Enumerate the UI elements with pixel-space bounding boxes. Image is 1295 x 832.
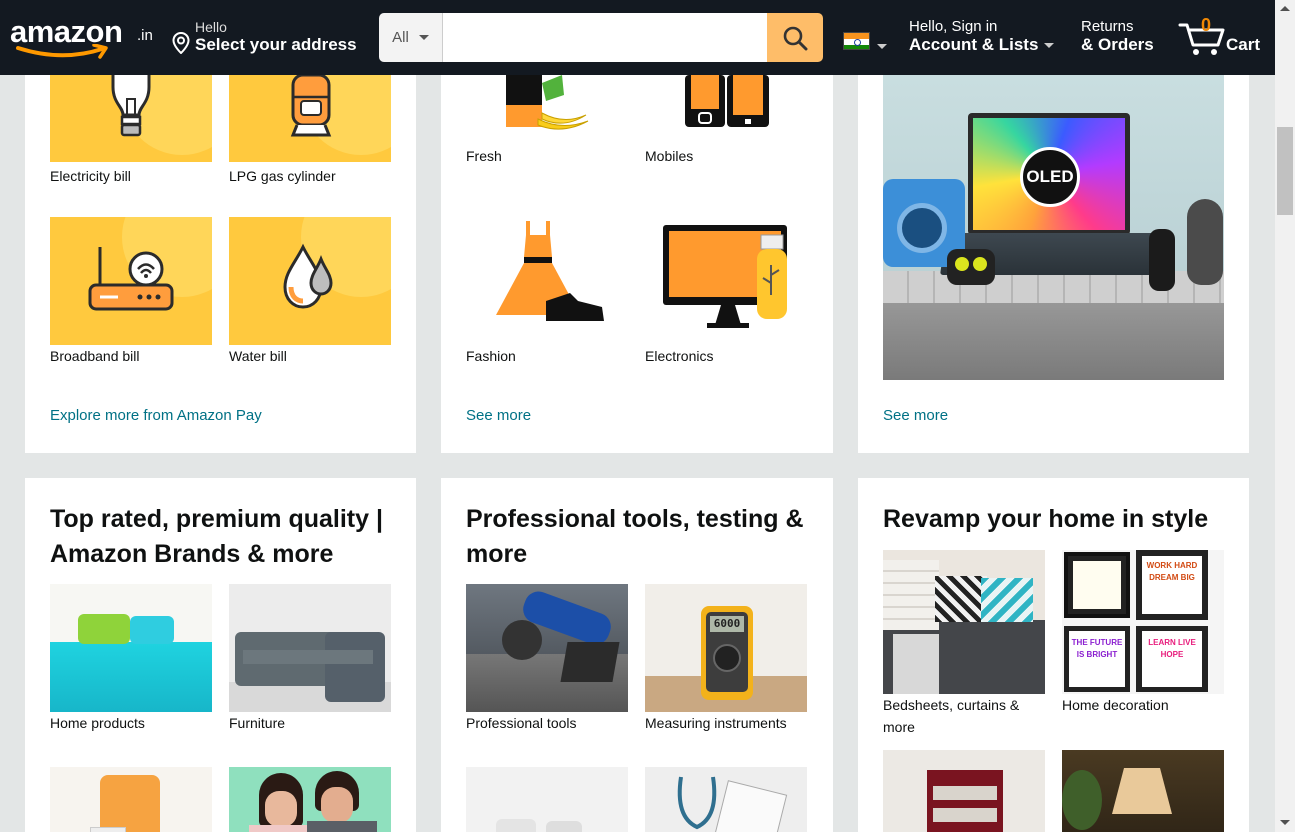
tile-water-bill[interactable]: Water bill	[229, 217, 394, 367]
cart-label: Cart	[1226, 35, 1261, 54]
tile-mobiles[interactable]: Mobiles	[645, 75, 810, 167]
account-lists-menu[interactable]: Hello, Sign in Account & Lists	[909, 18, 1055, 55]
tile-furniture[interactable]: Furniture	[229, 584, 394, 734]
account-hello: Hello, Sign in	[909, 18, 998, 35]
search-input[interactable]	[443, 13, 767, 62]
water-drop-icon	[283, 243, 333, 309]
tile-fashion[interactable]: Fashion	[466, 217, 631, 367]
logo-tld: .in	[137, 27, 153, 44]
tile-caption: Bedsheets, curtains & more	[883, 697, 1020, 735]
tile-caption: Mobiles	[645, 148, 694, 164]
tile-caption: Electronics	[645, 348, 714, 364]
tile-shoe-rack[interactable]	[883, 750, 1045, 832]
amazon-logo[interactable]: amazon .in	[10, 14, 160, 62]
category-card: Fresh Mobiles Fashion Electronics See mo…	[441, 75, 833, 453]
nav-bar: amazon .in Hello Select your address All	[0, 0, 1275, 75]
tile-lab-supplies[interactable]	[466, 767, 628, 832]
tile-caption: Water bill	[229, 348, 287, 364]
search-category-dropdown[interactable]: All	[379, 13, 443, 62]
home-decor-card: Revamp your home in style Bedsheets, cur…	[858, 478, 1249, 832]
search-bar: All	[379, 13, 823, 62]
returns-orders-link[interactable]: Returns & Orders	[1081, 18, 1154, 55]
tile-lamp[interactable]	[1062, 750, 1224, 832]
tile-caption: Home products	[50, 715, 145, 731]
returns-label: Returns	[1081, 18, 1134, 35]
professional-tools-card: Professional tools, testing & more Profe…	[441, 478, 833, 832]
smile-arrow-icon	[16, 44, 108, 59]
poster-text: WORK HARD DREAM BIG	[1142, 556, 1202, 614]
fresh-produce-icon	[506, 75, 589, 130]
tile-broadband-bill[interactable]: Broadband bill	[50, 217, 215, 367]
search-category-label: All	[392, 29, 409, 46]
address-hello: Hello	[195, 19, 227, 35]
tile-caption: Fresh	[466, 148, 502, 164]
monitor-usb-icon	[663, 225, 787, 328]
tile-home-products[interactable]: Home products	[50, 584, 215, 734]
caret-down-icon	[1044, 43, 1055, 49]
scrollbar-thumb[interactable]	[1277, 127, 1293, 215]
tile-bedsheets-curtains[interactable]: Bedsheets, curtains & more	[883, 550, 1048, 738]
gas-cylinder-icon	[290, 75, 332, 137]
explore-amazon-pay-link[interactable]: Explore more from Amazon Pay	[50, 407, 262, 424]
dress-shoe-icon	[496, 221, 604, 321]
tile-electronics[interactable]: Electronics	[645, 217, 810, 367]
router-icon	[88, 247, 174, 311]
bulb-icon	[111, 75, 151, 137]
tile-caption: Furniture	[229, 715, 286, 731]
caret-down-icon	[877, 44, 887, 49]
laptop-banner-image[interactable]: OLED	[883, 75, 1224, 380]
india-flag-icon	[843, 32, 870, 50]
tile-caption: Home decoration	[1062, 697, 1169, 713]
mobile-phones-icon	[685, 75, 769, 127]
tile-caption: LPG gas cylinder	[229, 168, 336, 184]
card-title: Professional tools, testing & more	[466, 505, 804, 568]
tile-household-supplies[interactable]	[50, 767, 212, 832]
see-more-link[interactable]: See more	[883, 407, 948, 424]
see-more-link[interactable]: See more	[466, 407, 531, 424]
tile-measuring-instruments[interactable]: 6000 Measuring instruments	[645, 584, 810, 734]
card-title: Top rated, premium quality | Amazon Bran…	[50, 505, 383, 568]
scroll-down-icon[interactable]	[1280, 820, 1290, 825]
scroll-up-icon[interactable]	[1280, 6, 1290, 11]
caret-down-icon	[418, 35, 429, 40]
poster-text: LEARN LIVE HOPE	[1142, 631, 1202, 687]
orders-label: & Orders	[1081, 35, 1154, 54]
tile-caption: Fashion	[466, 348, 516, 364]
page-scrollbar[interactable]	[1275, 0, 1295, 832]
cart-count: 0	[1201, 15, 1212, 35]
tile-fashion-models[interactable]	[229, 767, 391, 832]
meter-display: 6000	[710, 616, 744, 632]
tile-caption: Electricity bill	[50, 168, 131, 184]
search-icon	[783, 26, 808, 50]
cart-button[interactable]: 0 Cart	[1178, 14, 1268, 62]
tile-professional-tools[interactable]: Professional tools	[466, 584, 631, 734]
amazon-brands-card: Top rated, premium quality | Amazon Bran…	[25, 478, 416, 832]
tile-caption: Broadband bill	[50, 348, 140, 364]
card-title: Revamp your home in style	[883, 505, 1209, 533]
stethoscope-icon	[677, 776, 788, 832]
tile-medical-supplies[interactable]	[645, 767, 807, 832]
language-selector[interactable]	[843, 32, 887, 54]
search-button[interactable]	[767, 13, 823, 62]
multimeter-image: 6000	[701, 606, 753, 700]
tile-fresh[interactable]: Fresh	[466, 75, 631, 167]
amazon-pay-card: Electricity bill LPG gas cylinder Broadb…	[25, 75, 416, 453]
tile-home-decoration[interactable]: WORK HARD DREAM BIG THE FUTURE IS BRIGHT…	[1062, 550, 1227, 716]
laptop-deal-card: OLED See more	[858, 75, 1249, 453]
account-lists-label: Account & Lists	[909, 35, 1039, 54]
tile-caption: Measuring instruments	[645, 715, 787, 731]
oled-badge: OLED	[1020, 147, 1080, 207]
address-select-label: Select your address	[195, 35, 357, 54]
tile-caption: Professional tools	[466, 715, 577, 731]
tile-electricity-bill[interactable]: Electricity bill	[50, 75, 215, 187]
location-pin-icon	[172, 32, 190, 54]
poster-text: THE FUTURE IS BRIGHT	[1069, 631, 1125, 687]
tile-lpg-gas[interactable]: LPG gas cylinder	[229, 75, 394, 187]
